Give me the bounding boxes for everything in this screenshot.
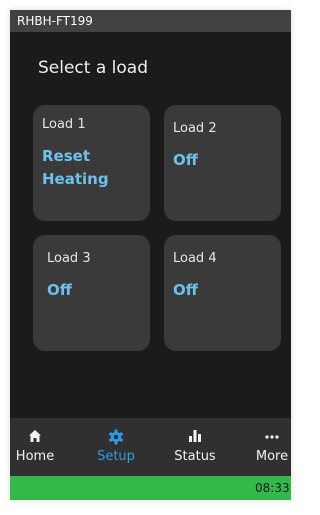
load-status: Reset Heating	[42, 147, 109, 188]
nav-home-label: Home	[15, 449, 55, 464]
load-tile-2[interactable]: Load 2 Off	[164, 105, 281, 221]
load-status: Off	[173, 281, 198, 299]
load-name: Load 3	[47, 251, 91, 266]
load-name: Load 4	[173, 251, 217, 266]
device-title-bar: RHBH-FT199	[10, 10, 291, 32]
load-status: Off	[47, 281, 72, 299]
ellipsis-icon	[242, 429, 291, 445]
load-status: Off	[173, 151, 198, 169]
device-screen: RHBH-FT199 Select a load Load 1 Reset He…	[10, 10, 291, 500]
nav-more[interactable]: More	[242, 418, 291, 476]
load-name: Load 1	[42, 117, 86, 132]
status-bar: 08:33	[10, 476, 291, 500]
nav-status[interactable]: Status	[165, 418, 225, 476]
load-name: Load 2	[173, 121, 217, 136]
home-icon	[10, 429, 65, 445]
nav-home[interactable]: Home	[10, 418, 65, 476]
nav-status-label: Status	[174, 449, 216, 464]
load-tile-1[interactable]: Load 1 Reset Heating	[33, 105, 150, 221]
load-tile-3[interactable]: Load 3 Off	[33, 235, 150, 351]
device-name: RHBH-FT199	[17, 14, 93, 28]
page-title: Select a load	[38, 58, 149, 78]
nav-more-label: More	[255, 449, 289, 464]
bottom-nav-bar: Home Setup Status More	[10, 418, 291, 476]
nav-setup[interactable]: Setup	[86, 418, 146, 476]
nav-setup-label: Setup	[97, 449, 135, 464]
load-tile-4[interactable]: Load 4 Off	[164, 235, 281, 351]
bar-chart-icon	[165, 429, 225, 445]
clock-time: 08:33	[255, 481, 290, 495]
gear-icon	[86, 429, 146, 445]
